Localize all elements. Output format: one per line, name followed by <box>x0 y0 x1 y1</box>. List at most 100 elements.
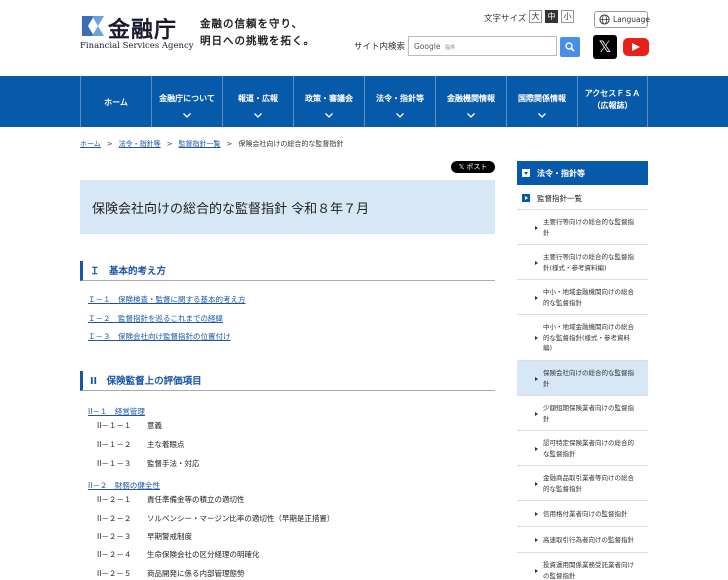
nav-institutions-label: 金融機関情報 <box>447 94 495 103</box>
nav-policy-label: 政策・審議会 <box>305 94 353 103</box>
font-size-medium-button[interactable]: 中 <box>545 10 558 23</box>
tagline-line2: 明日への挑戦を拓く。 <box>200 35 315 47</box>
list-item: II－２－３ 早期警戒制度 <box>97 532 192 541</box>
tagline: 金融の信頼を守り、 明日への挑戦を拓く。 <box>200 16 315 50</box>
chevron-down-icon <box>538 113 546 118</box>
sidebar-subitem[interactable]: 少額短期保険業者向けの監督指針 <box>517 396 648 431</box>
sidebar-subitem[interactable]: 投資運用関係業務受託業者向け の監督指針 <box>517 553 648 580</box>
sidebar-subitem-label: 金融商品取引業者等向けの総合 的な監督指針 <box>543 473 645 494</box>
sidebar-subitem-line: 高速取引行為者向けの監督指針 <box>543 535 634 544</box>
nav-laws-label: 法令・指針等 <box>376 94 424 103</box>
sidebar-subitem[interactable]: 主要行等向けの総合的な監督指 針(様式・参考資料編) <box>517 245 648 280</box>
nav-laws[interactable]: 法令・指針等 <box>364 76 435 127</box>
nav-access-fsa-label-line1: アクセスＦＳＡ <box>584 89 641 98</box>
nav-international[interactable]: 国際関係情報 <box>506 76 577 127</box>
sidebar-subitem-label: 認可特定保険業者向けの総合的 な監督指針 <box>543 438 645 459</box>
sidebar-subitem-line: 針 <box>543 414 550 423</box>
link-i-1[interactable]: Ｉ－１ 保険検査・監督に関する基本的考え方 <box>88 294 246 305</box>
sidebar-subitem-line: 信用格付業者向けの監督指針 <box>543 509 628 518</box>
x-social-button[interactable]: 𝕏 <box>593 35 617 59</box>
section-heading-text: II 保険監督上の評価項目 <box>90 376 202 387</box>
search-google-brand: Google <box>414 42 441 51</box>
sidebar-subitem-label: 投資運用関係業務受託業者向け の監督指針 <box>543 560 645 580</box>
sidebar-subitem-label: 中小・地域金融機関向けの総合 的な監督指針 <box>543 287 645 308</box>
sidebar-subitem[interactable]: 認可特定保険業者向けの総合的 な監督指針 <box>517 431 648 466</box>
fsa-logo-mark-icon <box>82 16 104 36</box>
sidebar-subitem[interactable]: 中小・地域金融機関向けの総合 的な監督指針(様式・参考資料 編) <box>517 315 648 361</box>
arrow-right-icon <box>535 336 538 340</box>
x-post-button[interactable]: 𝕏 ポスト <box>451 161 495 173</box>
arrow-right-icon <box>535 411 538 416</box>
global-nav: ホーム 金融庁について 報道・広報 政策・審議会 法令・指針等 金融機関情報 国… <box>0 76 728 127</box>
chevron-down-icon <box>325 113 333 118</box>
link-i-3[interactable]: Ｉ－３ 保険会社向け監督指針の位置付け <box>88 331 231 342</box>
sidebar-subitem-line: 投資運用関係業務受託業者向け <box>543 561 634 569</box>
nav-policy[interactable]: 政策・審議会 <box>293 76 364 127</box>
x-logo-icon: 𝕏 <box>598 37 612 56</box>
arrow-right-icon <box>522 194 530 202</box>
chevron-down-icon <box>183 113 191 118</box>
sidebar-subitem-line: 的な監督指針 <box>543 298 582 307</box>
fsa-logo[interactable]: 金融庁 Financial Services Agency <box>80 12 194 52</box>
arrow-right-icon <box>535 260 538 265</box>
logo-japanese: 金融庁 <box>108 17 178 43</box>
arrow-right-icon <box>535 568 538 573</box>
youtube-play-icon <box>632 43 640 51</box>
nav-institutions[interactable]: 金融機関情報 <box>435 76 506 127</box>
breadcrumb-separator: > <box>166 140 173 148</box>
section-heading-evaluation: II 保険監督上の評価項目 <box>80 371 495 391</box>
section-heading-text: Ｉ 基本的考え方 <box>90 266 167 277</box>
font-size-large-button[interactable]: 大 <box>529 10 542 23</box>
youtube-button[interactable] <box>623 38 649 56</box>
breadcrumb-current: 保険会社向けの総合的な監督指針 <box>238 140 344 148</box>
arrow-right-icon <box>535 538 538 542</box>
collapse-icon <box>522 169 530 177</box>
sidebar-subitem-line: な監督指針 <box>543 449 576 458</box>
list-item: II－２－５ 商品開発に係る内部管理態勢 <box>97 569 245 578</box>
sidebar-heading[interactable]: 法令・指針等 <box>517 161 648 185</box>
search-powered-by: 提供 <box>445 45 456 51</box>
sidebar-subitem[interactable]: 高速取引行為者向けの監督指針 <box>517 527 648 553</box>
sidebar-subitem-line: 保険会社向けの総合的な監督指 <box>543 369 634 377</box>
font-size-small-button[interactable]: 小 <box>561 10 574 23</box>
nav-access-fsa[interactable]: アクセスＦＳＡ （広報誌） <box>577 76 648 127</box>
breadcrumb-laws[interactable]: 法令・指針等 <box>119 140 161 148</box>
sidebar-subitem[interactable]: 保険会社向けの総合的な監督指針 <box>517 361 648 396</box>
search-input[interactable]: Google 提供 <box>408 36 557 56</box>
arrow-right-icon <box>535 225 538 230</box>
link-ii-2[interactable]: II－２ 財務の健全性 <box>88 480 160 491</box>
language-button[interactable]: Language <box>594 11 651 28</box>
sidebar-subitem-line: 針 <box>543 228 550 237</box>
sidebar-subitem-line: 中小・地域金融機関向けの総合 <box>543 288 634 296</box>
list-item: II－２－４ 生命保険会社の区分経理の明確化 <box>97 550 260 559</box>
link-ii-1[interactable]: II－１ 経営管理 <box>88 406 145 417</box>
nav-about[interactable]: 金融庁について <box>151 76 222 127</box>
sidebar-subitem[interactable]: 信用格付業者向けの監督指針 <box>517 501 648 527</box>
sidebar-item-guidelines-list[interactable]: 監督指針一覧 <box>517 185 648 210</box>
list-item: II－１－３ 監督手法・対応 <box>97 459 200 468</box>
sidebar-subitem-line: 認可特定保険業者向けの総合的 <box>543 439 634 447</box>
breadcrumb-home[interactable]: ホーム <box>80 140 101 148</box>
section-heading-basic: Ｉ 基本的考え方 <box>80 261 495 281</box>
sidebar-subitem[interactable]: 主要行等向けの総合的な監督指針 <box>517 210 648 245</box>
globe-icon <box>599 14 610 25</box>
link-i-2[interactable]: Ｉ－２ 監督指針を巡るこれまでの経緯 <box>88 313 223 324</box>
breadcrumb-guidelines[interactable]: 監督指針一覧 <box>179 140 221 148</box>
sidebar-subitem[interactable]: 金融商品取引業者等向けの総合 的な監督指針 <box>517 466 648 501</box>
sidebar-subitem-line: 金融商品取引業者等向けの総合 <box>543 474 634 482</box>
nav-press[interactable]: 報道・広報 <box>222 76 293 127</box>
nav-access-fsa-label-line2: （広報誌） <box>592 101 633 110</box>
page-title: 保険会社向けの総合的な監督指針 令和８年７月 <box>92 202 370 217</box>
arrow-right-icon <box>535 446 538 451</box>
sidebar-subitem-line: の監督指針 <box>543 571 576 580</box>
list-item: II－２－２ ソルベンシー・マージン比率の適切性（早期是正措置） <box>97 514 335 523</box>
nav-home[interactable]: ホーム <box>80 76 151 127</box>
language-label: Language <box>613 15 651 24</box>
search-label: サイト内検索 <box>354 42 406 52</box>
search-icon <box>565 42 575 52</box>
sidebar-subitem[interactable]: 中小・地域金融機関向けの総合 的な監督指針 <box>517 280 648 315</box>
font-size-label: 文字サイズ <box>484 14 527 24</box>
search-button[interactable] <box>560 37 580 57</box>
nav-about-label: 金融庁について <box>159 94 215 103</box>
sidebar-heading-text: 法令・指針等 <box>537 169 585 178</box>
